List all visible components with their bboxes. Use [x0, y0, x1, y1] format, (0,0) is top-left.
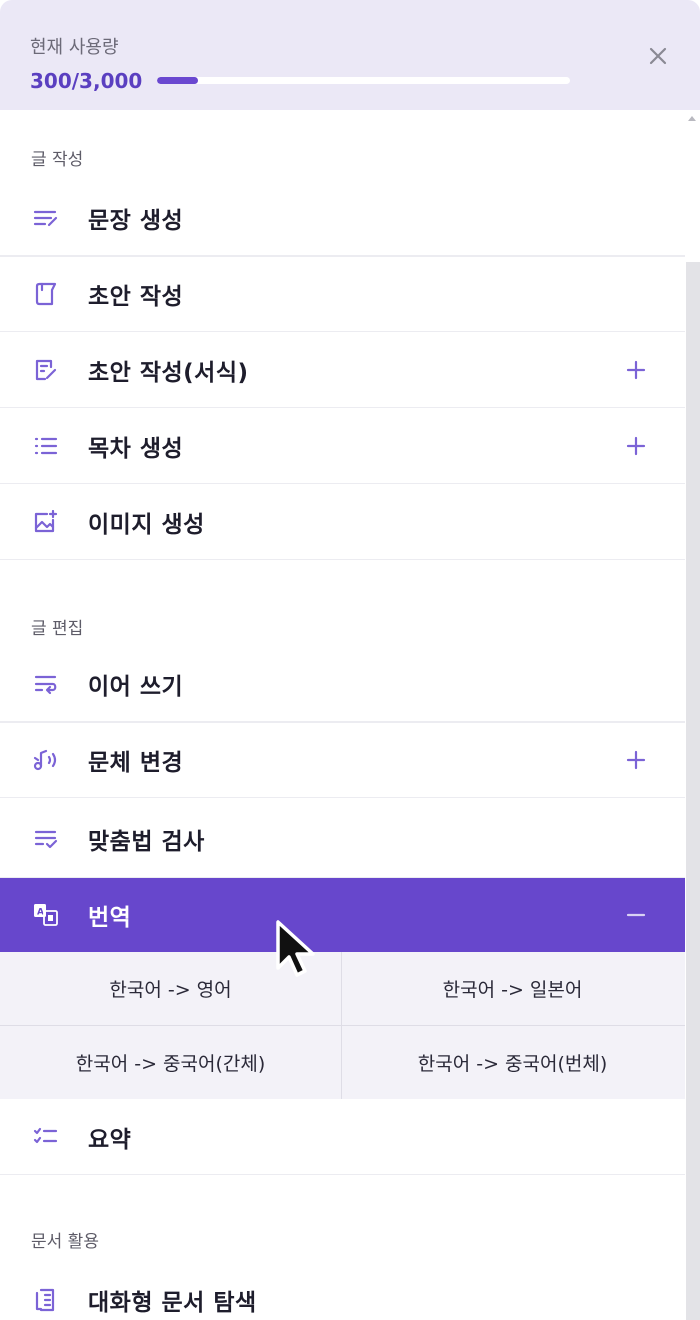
menu-label: 요약: [88, 1126, 132, 1153]
menu-label: 문장 생성: [88, 207, 184, 234]
translate-option-ko-zh-hant[interactable]: 한국어 -> 중국어(번체): [342, 1026, 683, 1099]
translate-option-ko-zh-hans[interactable]: 한국어 -> 중국어(간체): [0, 1026, 341, 1099]
wrap-text-icon: [32, 670, 60, 698]
checklist-icon: [32, 1123, 60, 1151]
menu-item-spellcheck[interactable]: 맞춤법 검사: [0, 800, 685, 878]
menu-item-summarize[interactable]: 요약: [0, 1099, 685, 1175]
scroll-up-arrow-icon[interactable]: [688, 116, 696, 121]
document-edit-icon: [32, 356, 60, 384]
menu-item-draft[interactable]: 초안 작성: [0, 256, 685, 332]
sentence-lines-icon: [32, 204, 60, 232]
minus-icon: [626, 913, 646, 917]
menu-label: 목차 생성: [88, 435, 184, 462]
menu-item-document-chat[interactable]: 대화형 문서 탐색: [0, 1262, 685, 1320]
menu-label: 초안 작성: [88, 284, 184, 310]
plus-icon: [626, 436, 646, 455]
close-icon: [649, 47, 667, 65]
section-title-documents: 문서 활용: [31, 1232, 99, 1252]
svg-text:A: A: [37, 908, 44, 918]
plus-icon: [626, 750, 646, 770]
menu-label: 대화형 문서 탐색: [88, 1290, 257, 1316]
menu-item-draft-formatted[interactable]: 초안 작성(서식): [0, 332, 685, 408]
translate-submenu: 한국어 -> 영어 한국어 -> 일본어 한국어 -> 중국어(간체) 한국어 …: [0, 952, 685, 1099]
menu-item-image-generate[interactable]: 이미지 생성: [0, 484, 685, 560]
translate-icon: A: [32, 901, 60, 929]
menu-label: 문체 변경: [88, 750, 184, 776]
usage-progress-fill: [157, 77, 199, 84]
image-add-icon: [32, 508, 60, 536]
scrollbar-thumb[interactable]: [686, 262, 700, 1320]
ai-tools-panel: 현재 사용량 300/3,000 글 작성 문장 생성 초안 작성 초안 작성(…: [0, 0, 700, 1320]
submenu-divider: [0, 1025, 685, 1026]
menu-label: 번역: [88, 905, 132, 931]
close-button[interactable]: [640, 38, 676, 74]
document-search-icon: [32, 1286, 60, 1314]
collapse-button[interactable]: [622, 901, 650, 929]
menu-item-sentence-generate[interactable]: 문장 생성: [0, 180, 685, 256]
plus-icon: [626, 360, 646, 379]
usage-count: 300/3,000: [30, 69, 143, 93]
expand-button[interactable]: [622, 432, 650, 460]
menu-item-toc-generate[interactable]: 목차 생성: [0, 408, 685, 484]
section-title-editing: 글 편집: [31, 619, 84, 639]
spellcheck-icon: [32, 825, 60, 853]
draft-book-icon: [32, 280, 60, 308]
menu-scroll-area[interactable]: 글 작성 문장 생성 초안 작성 초안 작성(서식) 목차 생성 이미지 생성 …: [0, 110, 685, 1320]
expand-button[interactable]: [622, 746, 650, 774]
menu-label: 이어 쓰기: [88, 673, 184, 700]
list-icon: [32, 432, 60, 460]
usage-progress-bar: [157, 77, 570, 84]
usage-header: 현재 사용량 300/3,000: [0, 0, 700, 110]
music-voice-icon: [32, 746, 60, 774]
menu-item-continue-writing[interactable]: 이어 쓰기: [0, 646, 685, 722]
translate-option-ko-ja[interactable]: 한국어 -> 일본어: [342, 952, 683, 1025]
menu-label: 초안 작성(서식): [88, 359, 249, 386]
translate-option-ko-en[interactable]: 한국어 -> 영어: [0, 952, 341, 1025]
menu-label: 이미지 생성: [88, 511, 205, 538]
menu-item-translate[interactable]: A 번역: [0, 878, 685, 952]
menu-item-style-change[interactable]: 문체 변경: [0, 722, 685, 798]
section-title-writing: 글 작성: [31, 150, 84, 170]
menu-label: 맞춤법 검사: [88, 828, 205, 855]
usage-label: 현재 사용량: [30, 37, 119, 58]
expand-button[interactable]: [622, 356, 650, 384]
